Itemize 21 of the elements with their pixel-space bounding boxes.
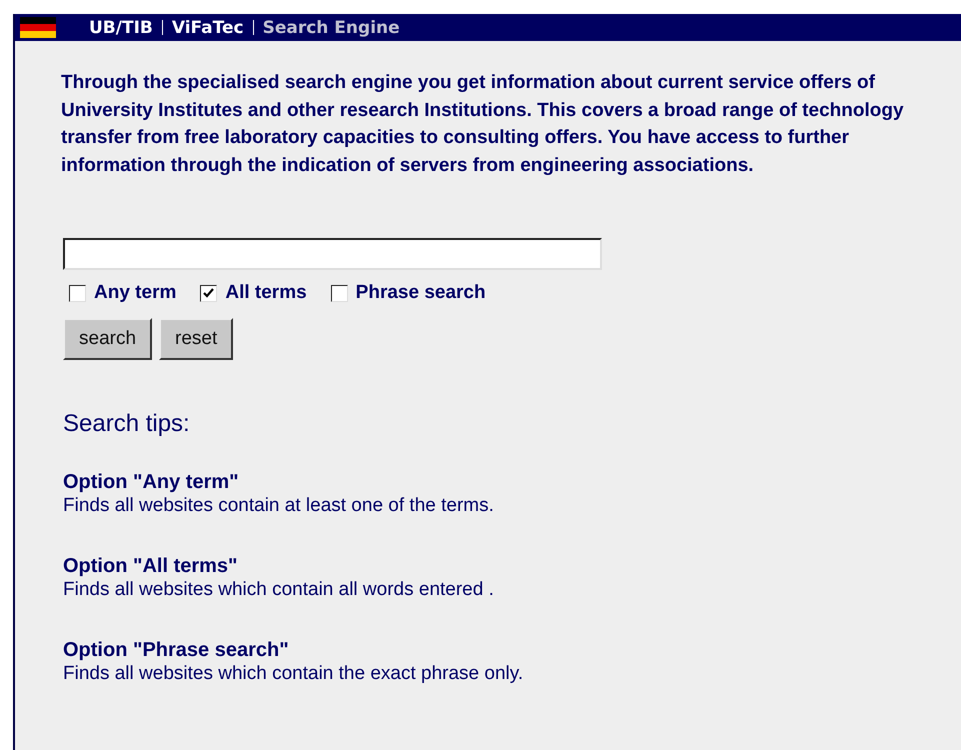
checkbox[interactable] — [69, 284, 86, 302]
tip-text: Finds all websites contain at least one of the terms. — [63, 494, 495, 518]
checkbox[interactable] — [200, 284, 218, 302]
checkbox-label[interactable]: All terms — [225, 282, 307, 304]
checkbox-label[interactable]: Any term — [94, 282, 176, 304]
tip-heading: Option "Phrase search" — [63, 638, 290, 662]
flag-icon — [20, 17, 56, 38]
search-field[interactable] — [63, 238, 602, 270]
intro-paragraph: Through the specialised search engine you get information about current service offers of University Institutes and other research Institutions. This covers a broad range of technology transfer from free laboratory capacities to consulting offers. You have access to further information through the indication of servers from engineering associations. — [61, 71, 905, 178]
reset-button[interactable]: reset — [159, 318, 234, 360]
checkbox[interactable] — [330, 284, 348, 302]
tip-heading: Option "Any term" — [63, 470, 240, 494]
tip-text: Finds all websites which contain all words entered . — [63, 578, 495, 602]
nav-link[interactable]: ViFaTec — [162, 18, 253, 36]
checkbox-label[interactable]: Phrase search — [356, 282, 486, 304]
search-button[interactable]: search — [63, 318, 152, 360]
nav-link[interactable]: Search Engine — [254, 18, 409, 36]
tip-text: Finds all websites which contain the exact phrase only. — [63, 662, 524, 686]
section-heading: Search tips: — [63, 410, 191, 438]
nav-link[interactable]: UB/TIB — [80, 18, 162, 36]
tip-heading: Option "All terms" — [63, 554, 239, 578]
